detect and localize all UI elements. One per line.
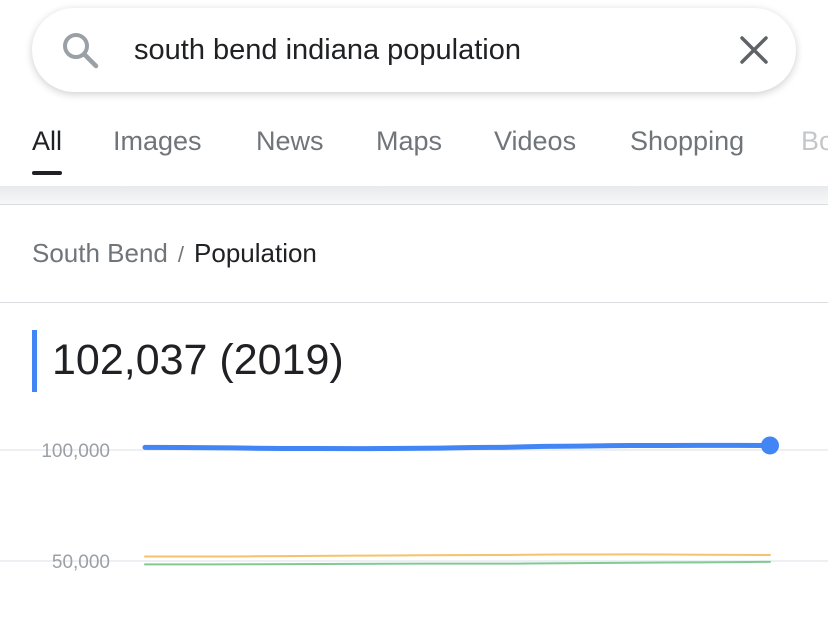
latest-value-point[interactable] xyxy=(761,436,779,455)
breadcrumb: South Bend / Population xyxy=(32,238,317,269)
search-icon[interactable] xyxy=(60,30,100,70)
headline-accent-bar xyxy=(32,330,37,392)
tab-maps[interactable]: Maps xyxy=(376,126,442,157)
breadcrumb-current: Population xyxy=(194,238,317,268)
section-divider xyxy=(0,302,828,303)
breadcrumb-separator: / xyxy=(177,242,185,267)
tab-books[interactable]: Bo xyxy=(801,126,828,157)
tabs-divider xyxy=(0,186,828,205)
search-bar[interactable] xyxy=(32,8,796,92)
series-line xyxy=(144,553,771,558)
population-value: 102,037 (2019) xyxy=(52,336,344,384)
tab-images[interactable]: Images xyxy=(113,126,202,157)
close-icon[interactable] xyxy=(737,33,771,67)
tab-all[interactable]: All xyxy=(32,126,63,175)
search-input[interactable] xyxy=(134,30,694,70)
search-tabs: All Images News Maps Videos Shopping Bo xyxy=(0,118,828,178)
breadcrumb-parent-link[interactable]: South Bend xyxy=(32,238,168,268)
y-tick-label: 50,000 xyxy=(52,552,110,573)
population-chart[interactable]: 100,000 50,000 xyxy=(0,400,828,629)
series-line xyxy=(144,560,771,566)
tab-news[interactable]: News xyxy=(256,126,324,157)
tab-videos[interactable]: Videos xyxy=(494,126,576,157)
y-tick-label: 100,000 xyxy=(41,441,110,462)
tab-shopping[interactable]: Shopping xyxy=(630,126,744,157)
series-line xyxy=(142,442,773,452)
